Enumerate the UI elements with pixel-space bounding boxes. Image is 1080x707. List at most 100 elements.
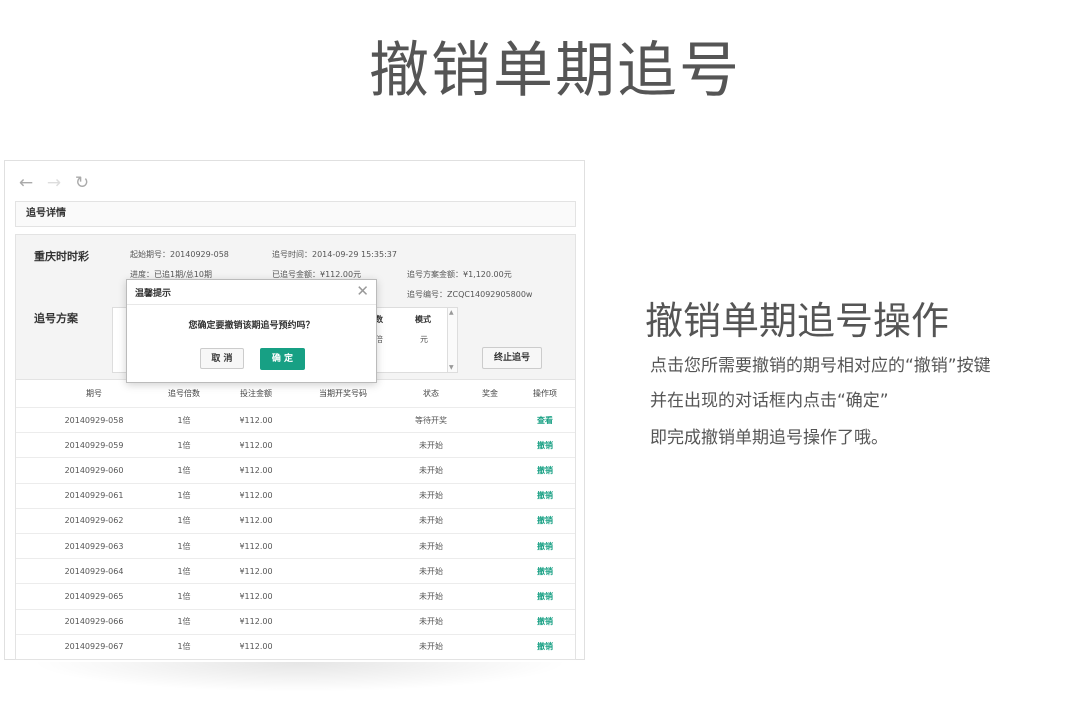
browser-nav: ← → ↻ bbox=[17, 173, 91, 193]
column-header: 投注金额 bbox=[240, 389, 272, 398]
cell-multiple: 1倍 bbox=[177, 516, 191, 526]
cell-status: 未开始 bbox=[419, 491, 443, 501]
table-row: 20140929-064 1倍 ¥112.00 未开始 撤销 bbox=[16, 559, 575, 585]
cell-multiple: 1倍 bbox=[177, 617, 191, 627]
cell-amount: ¥112.00 bbox=[239, 642, 273, 652]
cell-multiple: 1倍 bbox=[177, 415, 191, 425]
cell-status: 未开始 bbox=[419, 541, 443, 551]
close-icon[interactable]: ✕ bbox=[356, 280, 369, 302]
cell-amount: ¥112.00 bbox=[239, 440, 273, 450]
instruction-line: 点击您所需要撤销的期号相对应的“撤销”按键 bbox=[650, 356, 991, 376]
revoke-link[interactable]: 撤销 bbox=[537, 433, 553, 457]
screenshot-window: ← → ↻ 追号详情 重庆时时彩 起始期号：20140929-058 追号时间：… bbox=[4, 160, 585, 660]
revoke-link[interactable]: 撤销 bbox=[537, 458, 553, 482]
cell-multiple: 1倍 bbox=[177, 491, 191, 501]
cell-issue: 20140929-061 bbox=[64, 491, 124, 501]
dialog-title: 温馨提示 bbox=[135, 289, 172, 299]
cell-issue: 20140929-059 bbox=[64, 440, 124, 450]
table-row: 20140929-065 1倍 ¥112.00 未开始 撤销 bbox=[16, 584, 575, 610]
cell-amount: ¥112.00 bbox=[239, 516, 273, 526]
cell-issue: 20140929-064 bbox=[64, 566, 124, 576]
revoke-link[interactable]: 撤销 bbox=[537, 610, 553, 634]
column-header: 状态 bbox=[423, 389, 439, 398]
cell-issue: 20140929-067 bbox=[64, 642, 124, 652]
cell-status: 未开始 bbox=[419, 617, 443, 627]
cell-status: 未开始 bbox=[419, 440, 443, 450]
cell-multiple: 1倍 bbox=[177, 566, 191, 576]
cell-amount: ¥112.00 bbox=[239, 591, 273, 601]
cell-amount: ¥112.00 bbox=[239, 566, 273, 576]
cell-amount: ¥112.00 bbox=[239, 541, 273, 551]
column-header: 当期开奖号码 bbox=[319, 389, 367, 398]
table-row: 20140929-067 1倍 ¥112.00 未开始 撤销 bbox=[16, 635, 575, 659]
cell-status: 未开始 bbox=[419, 642, 443, 652]
cell-amount: ¥112.00 bbox=[239, 617, 273, 627]
chase-number: 追号编号：ZCQC14092905800w bbox=[407, 290, 533, 299]
cell-issue: 20140929-063 bbox=[64, 541, 124, 551]
stop-chase-button[interactable]: 终止追号 bbox=[482, 347, 542, 369]
cell-amount: ¥112.00 bbox=[239, 415, 273, 425]
chase-table: 期号 追号倍数 投注金额 当期开奖号码 状态 奖金 操作项 20140929-0… bbox=[15, 380, 576, 660]
plan-scrollbar[interactable]: ▲ ▼ bbox=[447, 308, 457, 372]
cell-status: 未开始 bbox=[419, 516, 443, 526]
confirm-dialog: 温馨提示 ✕ 您确定要撤销该期追号预约吗？ 取 消 确 定 bbox=[126, 279, 377, 383]
revoke-link[interactable]: 撤销 bbox=[537, 484, 553, 508]
cell-issue: 20140929-066 bbox=[64, 617, 124, 627]
table-header-row: 期号 追号倍数 投注金额 当期开奖号码 状态 奖金 操作项 bbox=[16, 380, 575, 408]
plan-value-mode: 元 bbox=[420, 335, 428, 344]
revoke-link[interactable]: 撤销 bbox=[537, 584, 553, 608]
start-issue: 起始期号：20140929-058 bbox=[130, 250, 229, 259]
cell-status: 未开始 bbox=[419, 566, 443, 576]
cancel-button[interactable]: 取 消 bbox=[200, 348, 244, 369]
scroll-up-icon[interactable]: ▲ bbox=[449, 309, 454, 316]
plan-header-mode: 模式 bbox=[415, 315, 431, 324]
cell-multiple: 1倍 bbox=[177, 591, 191, 601]
column-header: 期号 bbox=[86, 389, 102, 398]
revoke-link[interactable]: 撤销 bbox=[537, 635, 553, 659]
back-arrow-icon[interactable]: ← bbox=[17, 173, 35, 193]
cell-multiple: 1倍 bbox=[177, 440, 191, 450]
cell-issue: 20140929-065 bbox=[64, 591, 124, 601]
cell-multiple: 1倍 bbox=[177, 465, 191, 475]
revoke-link[interactable]: 撤销 bbox=[537, 559, 553, 583]
forward-arrow-icon[interactable]: → bbox=[45, 173, 63, 193]
cell-amount: ¥112.00 bbox=[239, 491, 273, 501]
table-row: 20140929-060 1倍 ¥112.00 未开始 撤销 bbox=[16, 458, 575, 484]
table-row: 20140929-066 1倍 ¥112.00 未开始 撤销 bbox=[16, 610, 575, 635]
refresh-icon[interactable]: ↻ bbox=[73, 173, 91, 193]
dialog-divider bbox=[127, 304, 376, 305]
column-header: 追号倍数 bbox=[168, 389, 200, 398]
dialog-message: 您确定要撤销该期追号预约吗？ bbox=[188, 321, 315, 331]
scroll-down-icon[interactable]: ▼ bbox=[449, 364, 454, 371]
column-header: 奖金 bbox=[482, 389, 498, 398]
cell-multiple: 1倍 bbox=[177, 541, 191, 551]
cell-status: 未开始 bbox=[419, 591, 443, 601]
cell-issue: 20140929-058 bbox=[64, 415, 124, 425]
cell-multiple: 1倍 bbox=[177, 642, 191, 652]
instruction-line: 即完成撤销单期追号操作了哦。 bbox=[650, 428, 888, 448]
cell-amount: ¥112.00 bbox=[239, 465, 273, 475]
section-title: 撤销单期追号操作 bbox=[645, 299, 950, 343]
plan-amount: 追号方案金额：¥1,120.00元 bbox=[407, 270, 512, 279]
cell-status: 未开始 bbox=[419, 465, 443, 475]
screenshot-shadow bbox=[30, 662, 570, 692]
revoke-link[interactable]: 撤销 bbox=[537, 534, 553, 558]
table-row: 20140929-058 1倍 ¥112.00 等待开奖 查看 bbox=[16, 408, 575, 434]
chase-time: 追号时间：2014-09-29 15:35:37 bbox=[272, 250, 397, 259]
view-link[interactable]: 查看 bbox=[537, 408, 553, 432]
table-row: 20140929-059 1倍 ¥112.00 未开始 撤销 bbox=[16, 433, 575, 459]
page-title: 撤销单期追号 bbox=[369, 36, 741, 106]
revoke-link[interactable]: 撤销 bbox=[537, 509, 553, 533]
table-row: 20140929-063 1倍 ¥112.00 未开始 撤销 bbox=[16, 534, 575, 560]
cell-issue: 20140929-062 bbox=[64, 516, 124, 526]
cell-status: 等待开奖 bbox=[415, 415, 447, 425]
instruction-line: 并在出现的对话框内点击“确定” bbox=[650, 391, 889, 411]
table-row: 20140929-061 1倍 ¥112.00 未开始 撤销 bbox=[16, 484, 575, 509]
breadcrumb: 追号详情 bbox=[15, 201, 576, 227]
column-header: 操作项 bbox=[533, 389, 557, 398]
lottery-name: 重庆时时彩 bbox=[34, 250, 89, 263]
confirm-button[interactable]: 确 定 bbox=[260, 348, 305, 370]
plan-label: 追号方案 bbox=[34, 312, 78, 325]
cell-issue: 20140929-060 bbox=[64, 465, 124, 475]
table-row: 20140929-062 1倍 ¥112.00 未开始 撤销 bbox=[16, 509, 575, 534]
